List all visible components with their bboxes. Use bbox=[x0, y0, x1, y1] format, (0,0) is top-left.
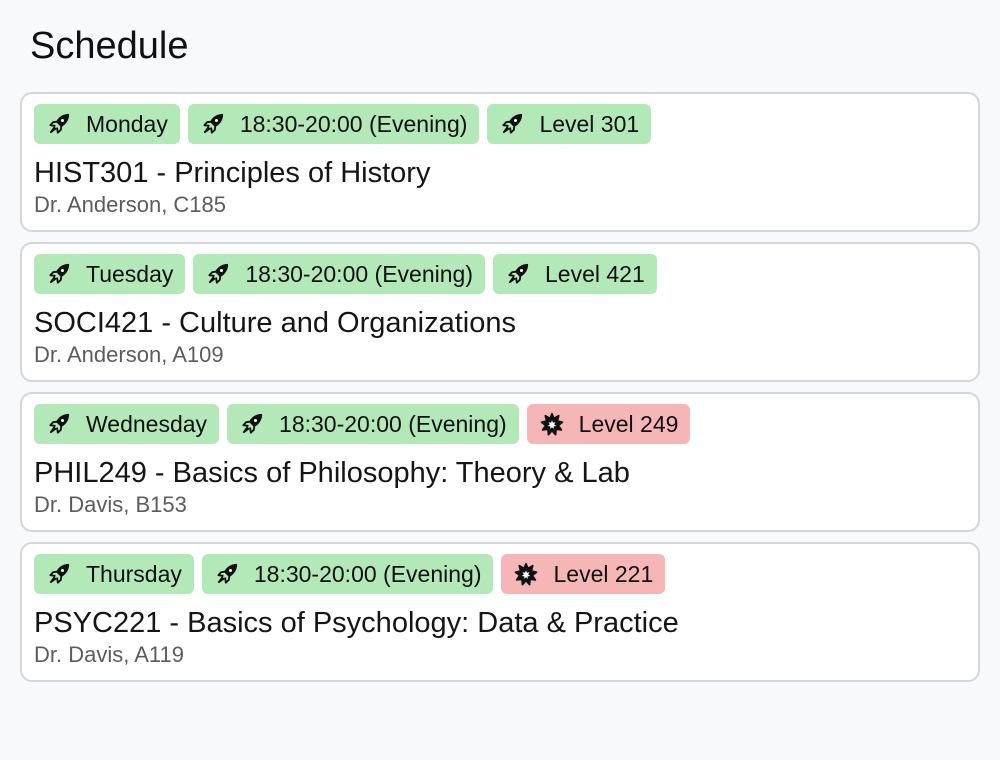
rocket-icon bbox=[46, 411, 72, 437]
schedule-page: Schedule Monday 18:30-20:00 (Evening) Le… bbox=[0, 0, 1000, 760]
explosion-icon bbox=[513, 561, 539, 587]
tag-row: Thursday 18:30-20:00 (Evening) Level 221 bbox=[34, 554, 966, 594]
explosion-icon bbox=[539, 411, 565, 437]
tag-label: 18:30-20:00 (Evening) bbox=[239, 110, 468, 137]
course-card[interactable]: Tuesday 18:30-20:00 (Evening) Level 421 … bbox=[20, 242, 980, 382]
time-tag: 18:30-20:00 (Evening) bbox=[193, 254, 485, 294]
rocket-icon bbox=[46, 561, 72, 587]
level-tag: Level 301 bbox=[487, 104, 652, 144]
tag-label: 18:30-20:00 (Evening) bbox=[253, 560, 482, 587]
course-instructor-room: Dr. Davis, A119 bbox=[34, 642, 184, 667]
day-tag: Tuesday bbox=[34, 254, 186, 294]
rocket-icon bbox=[200, 111, 226, 137]
course-instructor-room: Dr. Anderson, A109 bbox=[34, 342, 224, 367]
tag-label: Level 301 bbox=[539, 110, 640, 137]
time-tag: 18:30-20:00 (Evening) bbox=[201, 554, 494, 594]
course-instructor-room: Dr. Davis, B153 bbox=[34, 492, 187, 517]
tag-label: Wednesday bbox=[86, 410, 208, 437]
time-tag: 18:30-20:00 (Evening) bbox=[187, 104, 480, 144]
tag-label: 18:30-20:00 (Evening) bbox=[279, 410, 507, 437]
tag-row: Wednesday 18:30-20:00 (Evening) Level 24… bbox=[34, 404, 966, 444]
level-tag: Level 249 bbox=[526, 404, 691, 444]
tag-label: Monday bbox=[86, 110, 168, 137]
rocket-icon bbox=[214, 561, 240, 587]
level-tag: Level 421 bbox=[492, 254, 657, 294]
level-tag: Level 221 bbox=[501, 554, 666, 594]
course-card[interactable]: Thursday 18:30-20:00 (Evening) Level 221… bbox=[20, 542, 980, 682]
tag-label: 18:30-20:00 (Evening) bbox=[245, 260, 473, 287]
course-card[interactable]: Monday 18:30-20:00 (Evening) Level 301 H… bbox=[20, 92, 980, 232]
tag-label: Level 249 bbox=[578, 410, 679, 437]
course-card[interactable]: Wednesday 18:30-20:00 (Evening) Level 24… bbox=[20, 392, 980, 532]
tag-label: Thursday bbox=[86, 560, 182, 587]
tag-row: Tuesday 18:30-20:00 (Evening) Level 421 bbox=[34, 254, 966, 294]
rocket-icon bbox=[239, 411, 265, 437]
day-tag: Wednesday bbox=[34, 404, 220, 444]
tag-label: Level 221 bbox=[553, 560, 654, 587]
rocket-icon bbox=[205, 261, 231, 287]
course-instructor-room: Dr. Anderson, C185 bbox=[34, 192, 227, 217]
tag-row: Monday 18:30-20:00 (Evening) Level 301 bbox=[34, 104, 966, 144]
day-tag: Thursday bbox=[34, 554, 194, 594]
day-tag: Monday bbox=[34, 104, 180, 144]
course-title: PSYC221 - Basics of Psychology: Data & P… bbox=[34, 607, 679, 639]
rocket-icon bbox=[46, 111, 72, 137]
time-tag: 18:30-20:00 (Evening) bbox=[227, 404, 519, 444]
course-title: HIST301 - Principles of History bbox=[34, 157, 431, 189]
course-list: Monday 18:30-20:00 (Evening) Level 301 H… bbox=[20, 92, 980, 682]
course-title: PHIL249 - Basics of Philosophy: Theory &… bbox=[34, 457, 630, 489]
tag-label: Tuesday bbox=[86, 260, 174, 287]
rocket-icon bbox=[46, 261, 72, 287]
rocket-icon bbox=[499, 111, 525, 137]
tag-label: Level 421 bbox=[544, 260, 645, 287]
page-title: Schedule bbox=[30, 25, 189, 67]
rocket-icon bbox=[505, 261, 531, 287]
course-title: SOCI421 - Culture and Organizations bbox=[34, 307, 516, 339]
